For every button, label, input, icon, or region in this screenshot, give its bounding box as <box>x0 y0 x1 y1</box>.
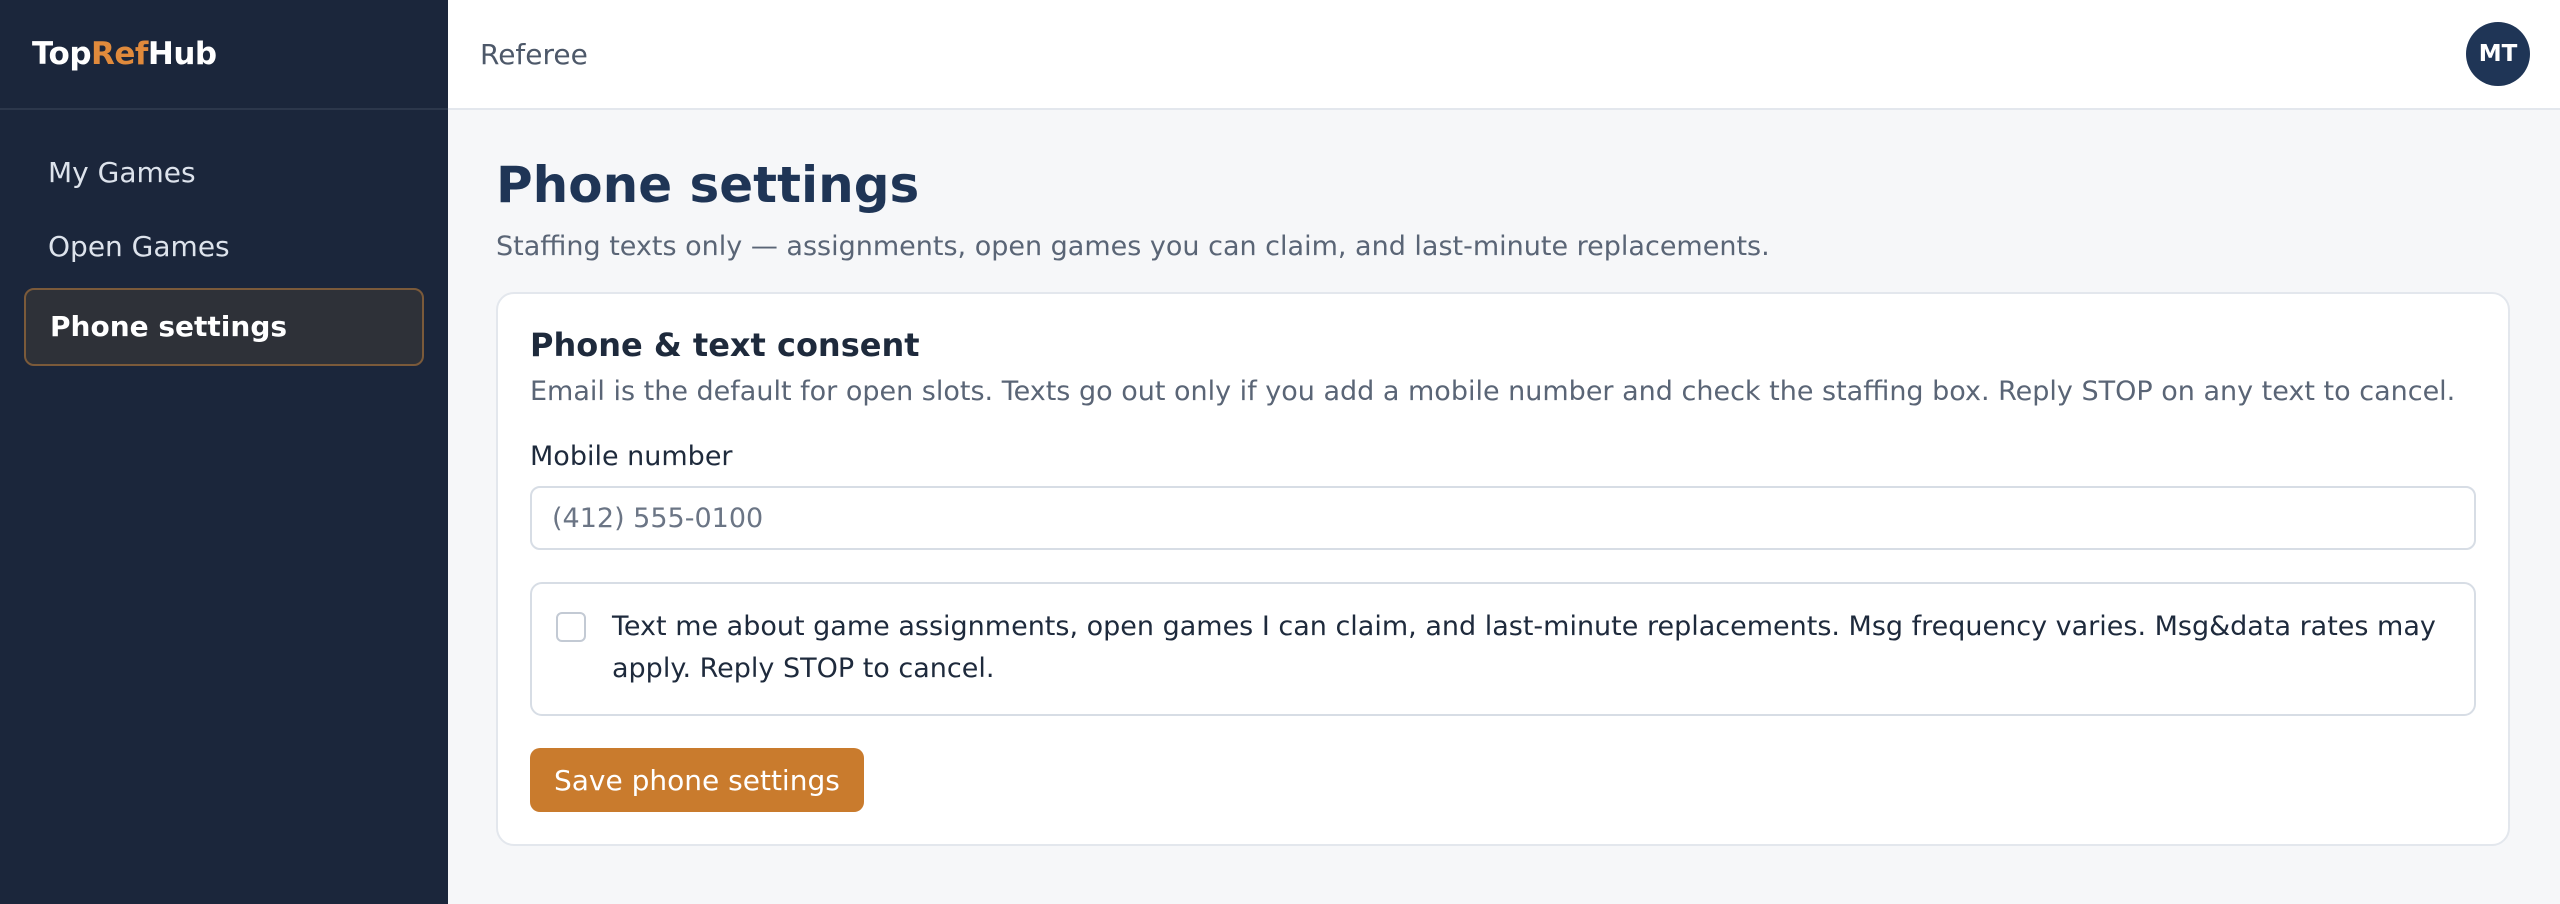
mobile-number-input[interactable] <box>530 486 2476 550</box>
consent-option[interactable]: Text me about game assignments, open gam… <box>530 582 2476 716</box>
main-area: Referee MT Phone settings Staffing texts… <box>448 0 2560 904</box>
page-title: Phone settings <box>496 156 920 214</box>
brand-text-ref: Ref <box>91 36 148 72</box>
avatar[interactable]: MT <box>2466 22 2530 86</box>
brand-logo[interactable]: Top Ref Hub <box>0 0 448 110</box>
card-description: Email is the default for open slots. Tex… <box>530 376 2456 407</box>
card-title: Phone & text consent <box>530 326 920 364</box>
sidebar-item-phone-settings[interactable]: Phone settings <box>24 288 424 366</box>
sidebar-item-open-games[interactable]: Open Games <box>24 210 424 284</box>
mobile-number-label: Mobile number <box>530 441 733 472</box>
brand-text-hub: Hub <box>147 36 217 72</box>
page-subtitle: Staffing texts only — assignments, open … <box>496 231 1770 262</box>
save-phone-settings-button[interactable]: Save phone settings <box>530 748 864 812</box>
consent-text: Text me about game assignments, open gam… <box>612 611 2436 684</box>
app-root: Top Ref Hub My Games Open Games Phone sett… <box>0 0 2560 904</box>
topbar-role-label: Referee <box>480 37 588 71</box>
page-content: Phone settings Staffing texts only — ass… <box>448 110 2560 846</box>
sidebar: Top Ref Hub My Games Open Games Phone sett… <box>0 0 448 904</box>
topbar: Referee MT <box>448 0 2560 110</box>
brand-text-top: Top <box>32 36 92 72</box>
consent-checkbox[interactable] <box>556 612 586 642</box>
sidebar-item-my-games[interactable]: My Games <box>24 136 424 210</box>
phone-consent-card: Phone & text consent Email is the defaul… <box>496 292 2510 846</box>
sidebar-nav: My Games Open Games Phone settings <box>0 110 448 366</box>
